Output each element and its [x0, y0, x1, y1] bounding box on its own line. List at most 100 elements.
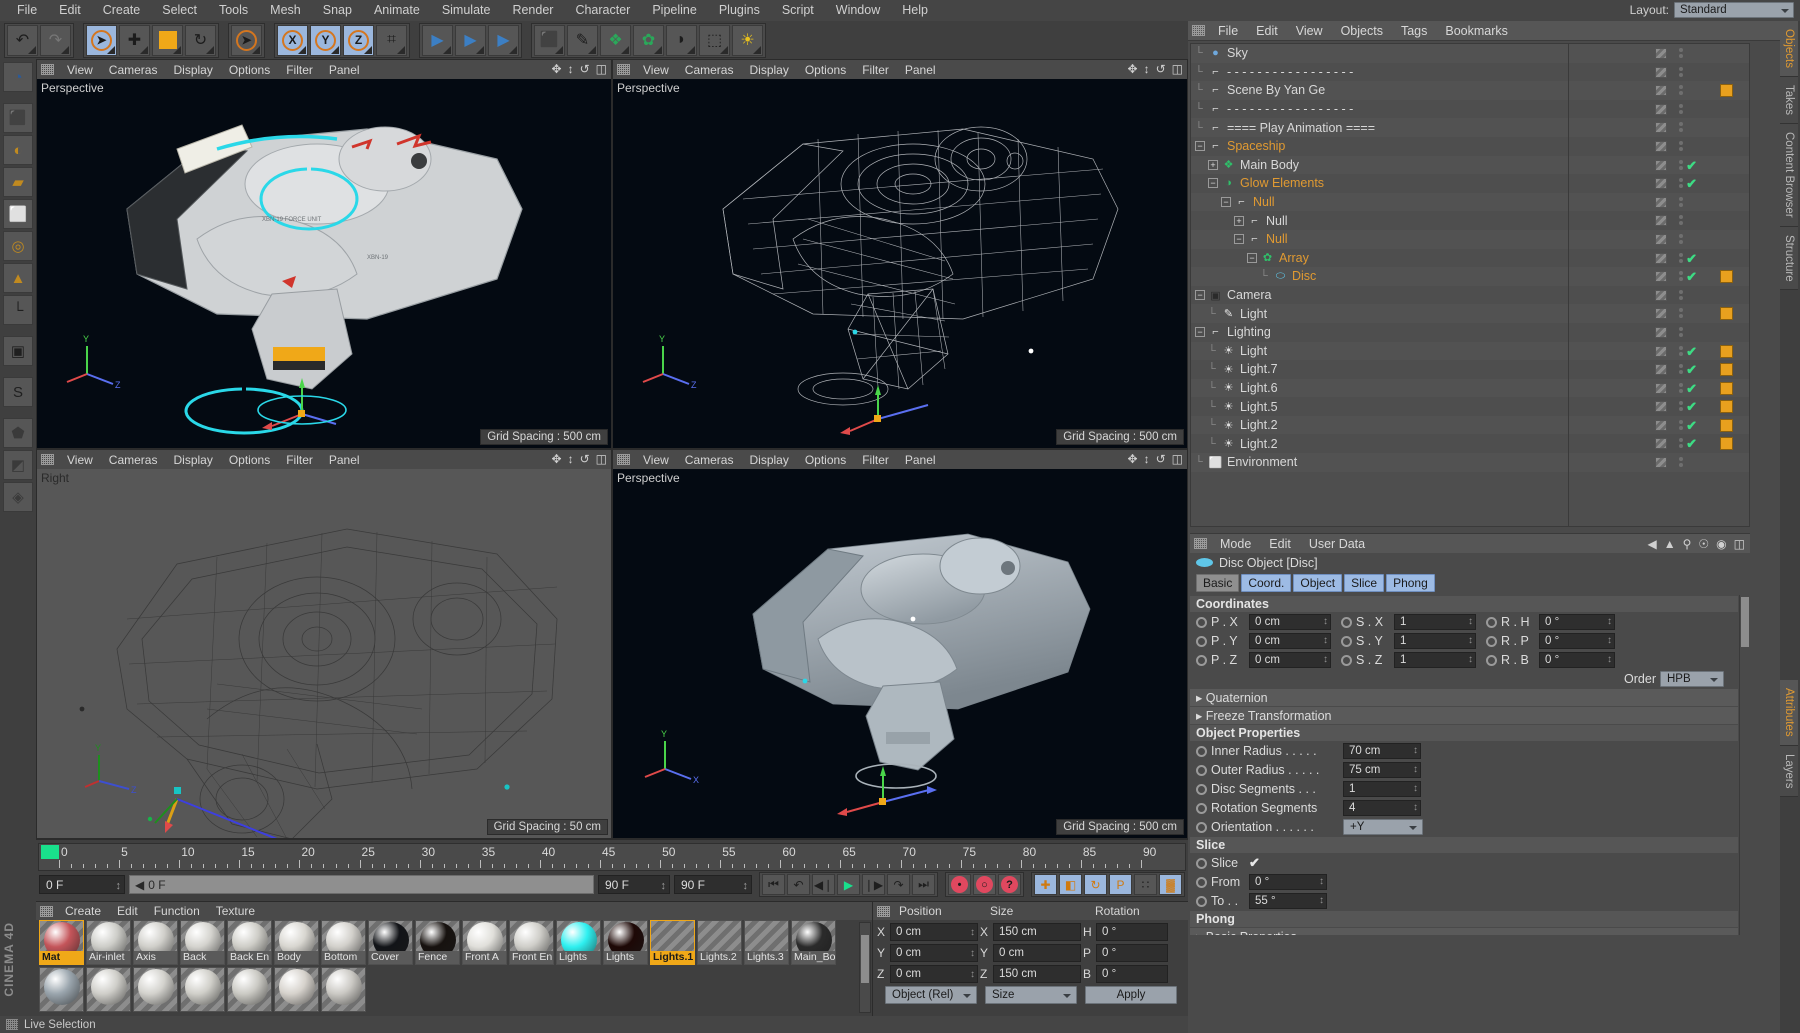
- object-render-dots[interactable]: [1679, 290, 1683, 300]
- object-row[interactable]: └☀Light.2✔: [1191, 434, 1749, 453]
- object-row[interactable]: └☀Light.5✔: [1191, 397, 1749, 416]
- tree-expander-icon[interactable]: +: [1234, 216, 1244, 226]
- vp-menu-view[interactable]: View: [635, 63, 677, 77]
- axis-z-button[interactable]: Z: [343, 25, 374, 56]
- object-enabled-check[interactable]: ✔: [1686, 399, 1697, 415]
- previous-key-button[interactable]: ↶: [787, 874, 810, 895]
- object-row[interactable]: +⌐Null: [1191, 211, 1749, 230]
- polygons-mode-tool[interactable]: ◈: [3, 482, 33, 512]
- material-menu-edit[interactable]: Edit: [109, 904, 146, 918]
- object-visibility-dots[interactable]: [1655, 364, 1667, 375]
- object-visibility-dots[interactable]: [1655, 327, 1667, 338]
- vtab-layers[interactable]: Layers: [1780, 746, 1798, 798]
- tree-expander-icon[interactable]: −: [1195, 327, 1205, 337]
- object-render-dots[interactable]: [1679, 234, 1683, 244]
- attributes-collapsed-freeze-transformation[interactable]: ▸ Freeze Transformation: [1190, 707, 1738, 724]
- material-cell[interactable]: Mat: [39, 920, 84, 965]
- menu-character[interactable]: Character: [564, 0, 641, 21]
- coord-size-dropdown[interactable]: Size: [985, 986, 1077, 1004]
- menu-file[interactable]: File: [6, 0, 48, 21]
- maximize-icon[interactable]: ◫: [596, 62, 607, 76]
- attributes-collapsed-quaternion[interactable]: ▸ Quaternion: [1190, 689, 1738, 706]
- material-cell[interactable]: Air-inlet: [86, 920, 131, 965]
- vp-menu-panel[interactable]: Panel: [321, 63, 368, 77]
- position-key-button[interactable]: ✚: [1034, 874, 1057, 895]
- vtab-attributes[interactable]: Attributes: [1780, 680, 1798, 746]
- object-row[interactable]: └⌐- - - - - - - - - - - - - - - - -: [1191, 100, 1749, 119]
- viewport-corner-icons[interactable]: ✥ ↕ ↺ ◫: [552, 452, 607, 466]
- am-menu-user-data[interactable]: User Data: [1300, 537, 1374, 551]
- material-cell[interactable]: Back En: [227, 920, 272, 965]
- object-visibility-dots[interactable]: [1655, 346, 1667, 357]
- slice-property-field[interactable]: 55 °: [1249, 893, 1327, 909]
- object-property-field[interactable]: 75 cm: [1343, 762, 1421, 778]
- coordinate-p-field[interactable]: 0 cm: [1249, 652, 1331, 668]
- menu-plugins[interactable]: Plugins: [708, 0, 771, 21]
- material-cell[interactable]: Lights.3: [744, 920, 789, 965]
- animate-radio-icon[interactable]: [1196, 896, 1207, 907]
- autokeying-button[interactable]: ○: [973, 874, 996, 895]
- search-icon[interactable]: ⚲: [1683, 537, 1692, 551]
- animate-radio-icon[interactable]: [1196, 617, 1207, 628]
- object-enabled-check[interactable]: ✔: [1686, 381, 1697, 397]
- viewport-corner-icons[interactable]: ✥ ↕ ↺ ◫: [1128, 452, 1183, 466]
- vtab-objects[interactable]: Objects: [1780, 21, 1798, 77]
- redo-button[interactable]: ↷: [40, 25, 71, 56]
- object-tag-icon[interactable]: [1720, 307, 1733, 320]
- object-render-dots[interactable]: [1679, 85, 1683, 95]
- maximize-icon[interactable]: ◫: [1172, 62, 1183, 76]
- object-tag-icon[interactable]: [1720, 437, 1733, 450]
- menu-tools[interactable]: Tools: [208, 0, 259, 21]
- menu-create[interactable]: Create: [92, 0, 152, 21]
- object-render-dots[interactable]: [1679, 420, 1683, 430]
- object-property-field[interactable]: 1: [1343, 781, 1421, 797]
- animate-radio-icon[interactable]: [1196, 765, 1207, 776]
- object-render-dots[interactable]: [1679, 104, 1683, 114]
- slice-property-field[interactable]: 0 °: [1249, 874, 1327, 890]
- axis-y-button[interactable]: Y: [310, 25, 341, 56]
- vp-menu-display[interactable]: Display: [165, 453, 220, 467]
- material-cell[interactable]: [274, 967, 319, 1012]
- object-enabled-check[interactable]: ✔: [1686, 269, 1697, 285]
- material-cell[interactable]: [86, 967, 131, 1012]
- animate-radio-icon[interactable]: [1196, 746, 1207, 757]
- object-visibility-dots[interactable]: [1655, 253, 1667, 264]
- coordinate-s-field[interactable]: 1: [1394, 652, 1476, 668]
- animate-radio-icon[interactable]: [1486, 617, 1497, 628]
- menu-window[interactable]: Window: [825, 0, 891, 21]
- attributes-tab-basic[interactable]: Basic: [1196, 574, 1239, 592]
- menu-animate[interactable]: Animate: [363, 0, 431, 21]
- coord-mode-dropdown[interactable]: Object (Rel): [885, 986, 977, 1004]
- object-visibility-dots[interactable]: [1655, 215, 1667, 226]
- maximize-icon[interactable]: ◫: [1172, 452, 1183, 466]
- material-cell[interactable]: Main_Bo: [791, 920, 836, 965]
- vp-menu-filter[interactable]: Filter: [278, 63, 321, 77]
- tree-expander-icon[interactable]: −: [1195, 141, 1205, 151]
- material-cell[interactable]: Lights: [603, 920, 648, 965]
- material-cell[interactable]: Axis: [133, 920, 178, 965]
- current-frame-marker[interactable]: [41, 845, 59, 859]
- coord-size-field[interactable]: 0 cm: [993, 944, 1081, 962]
- vtab-content-browser[interactable]: Content Browser: [1780, 124, 1798, 227]
- object-property-field[interactable]: 4: [1343, 800, 1421, 816]
- pin-icon[interactable]: ◉: [1716, 537, 1726, 551]
- phong-collapsed-basic-properties[interactable]: ▸ Basic Properties: [1190, 928, 1738, 935]
- rotation-order-dropdown[interactable]: HPB: [1660, 671, 1724, 687]
- point-level-animation-button[interactable]: ∷: [1134, 874, 1157, 895]
- object-render-dots[interactable]: [1679, 48, 1683, 58]
- object-row[interactable]: └⬜Environment: [1191, 453, 1749, 472]
- texture-mode-tool[interactable]: S: [3, 377, 33, 407]
- step-forward-button[interactable]: ❘▶: [862, 874, 885, 895]
- object-enabled-check[interactable]: ✔: [1686, 158, 1697, 174]
- object-enabled-check[interactable]: ✔: [1686, 251, 1697, 267]
- menu-script[interactable]: Script: [771, 0, 825, 21]
- material-cell[interactable]: Lights.1: [650, 920, 695, 965]
- object-row[interactable]: └☀Light✔: [1191, 342, 1749, 361]
- edges-mode-tool[interactable]: ◩: [3, 450, 33, 480]
- object-render-dots[interactable]: [1679, 327, 1683, 337]
- move-button[interactable]: ✚: [119, 25, 150, 56]
- object-visibility-dots[interactable]: [1655, 457, 1667, 468]
- om-menu-tags[interactable]: Tags: [1392, 24, 1436, 38]
- pan-icon[interactable]: ✥: [552, 62, 562, 76]
- object-visibility-dots[interactable]: [1655, 234, 1667, 245]
